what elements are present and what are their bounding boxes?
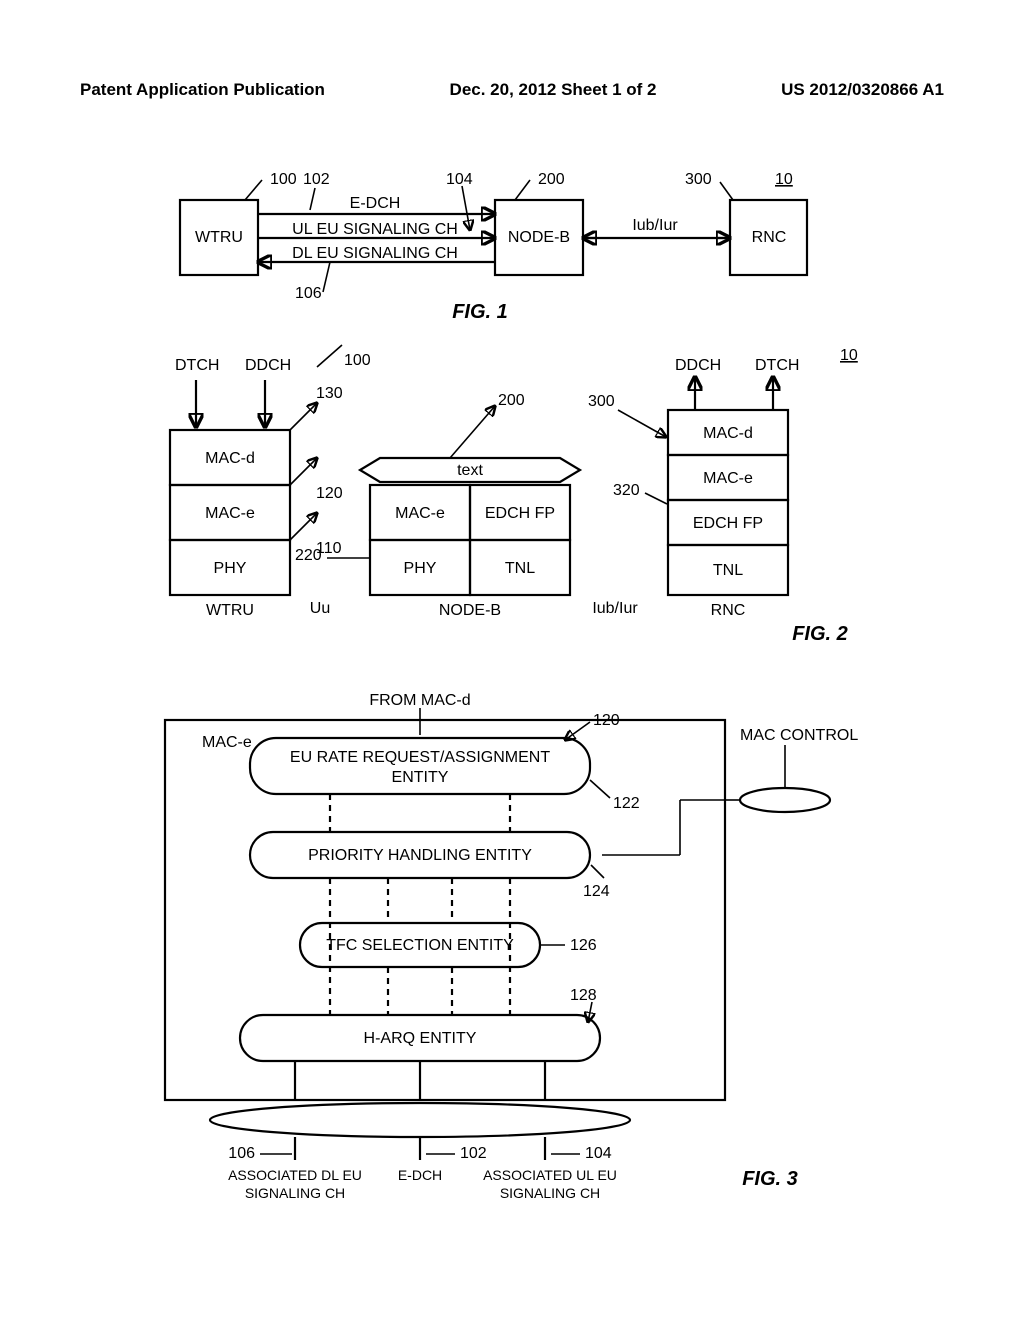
ref-300: 300	[685, 171, 712, 188]
ref-300-b: 300	[588, 393, 615, 410]
edch-l: E-DCH	[398, 1167, 442, 1183]
ddch-l: DDCH	[245, 357, 291, 374]
ref-200-b: 200	[498, 392, 525, 409]
rnc-macd: MAC-d	[703, 425, 753, 442]
ul-ch-2: SIGNALING CH	[500, 1185, 600, 1201]
mace-label: MAC-e	[202, 734, 252, 751]
ref-120: 120	[316, 485, 343, 502]
ref-124: 124	[583, 883, 610, 900]
dl-label: DL EU SIGNALING CH	[292, 245, 458, 262]
ref-10: 10	[775, 171, 793, 188]
ref-104: 104	[446, 171, 473, 188]
wtru-mace: MAC-e	[205, 505, 255, 522]
dl-ch-1: ASSOCIATED DL EU	[228, 1167, 362, 1183]
figure-1: WTRU NODE-B RNC E-DCH UL EU SIGNALING CH…	[150, 170, 850, 345]
dtch-r: DTCH	[755, 357, 799, 374]
ref-106-c: 106	[228, 1145, 255, 1162]
ref-130: 130	[316, 385, 343, 402]
header-left: Patent Application Publication	[80, 80, 325, 100]
edch-label: E-DCH	[350, 195, 401, 212]
fig2-title: FIG. 2	[792, 623, 848, 645]
nb-mace: MAC-e	[395, 505, 445, 522]
ref-100: 100	[270, 171, 297, 188]
ref-200: 200	[538, 171, 565, 188]
iub-label: Iub/Iur	[632, 217, 678, 234]
nb-phy: PHY	[404, 560, 437, 577]
wtru-bottom: WTRU	[206, 602, 254, 619]
text-label: text	[457, 462, 483, 479]
rate-l2: ENTITY	[392, 769, 449, 786]
fig3-title: FIG. 3	[742, 1168, 798, 1190]
ref-106: 106	[295, 285, 322, 302]
priority-l: PRIORITY HANDLING ENTITY	[308, 847, 532, 864]
ref-10-b: 10	[840, 347, 858, 364]
ref-102: 102	[303, 171, 330, 188]
mac-control: MAC CONTROL	[740, 727, 858, 744]
page: Patent Application Publication Dec. 20, …	[0, 0, 1024, 1320]
figure-3: MAC-e FROM MAC-d 120 MAC CONTROL EU RATE…	[120, 680, 900, 1225]
rate-l1: EU RATE REQUEST/ASSIGNMENT	[290, 749, 550, 766]
harq-l: H-ARQ ENTITY	[364, 1030, 477, 1047]
header-center: Dec. 20, 2012 Sheet 1 of 2	[450, 80, 657, 100]
wtru-phy: PHY	[214, 560, 247, 577]
nb-tnl: TNL	[505, 560, 535, 577]
nodeb-label: NODE-B	[508, 229, 570, 246]
tfc-l: TFC SELECTION ENTITY	[326, 937, 514, 954]
ref-100-b: 100	[344, 352, 371, 369]
ul-ch-1: ASSOCIATED UL EU	[483, 1167, 617, 1183]
page-header: Patent Application Publication Dec. 20, …	[80, 80, 944, 100]
ref-320: 320	[613, 482, 640, 499]
rnc-mace: MAC-e	[703, 470, 753, 487]
ref-220: 220	[295, 547, 322, 564]
ref-122: 122	[613, 795, 640, 812]
from-macd: FROM MAC-d	[369, 692, 470, 709]
rnc-bottom: RNC	[711, 602, 746, 619]
uu-label: Uu	[310, 600, 330, 617]
ref-120-c: 120	[593, 712, 620, 729]
ref-128: 128	[570, 987, 597, 1004]
nb-edchfp: EDCH FP	[485, 505, 555, 522]
wtru-macd: MAC-d	[205, 450, 255, 467]
ref-102-c: 102	[460, 1145, 487, 1162]
dl-ch-2: SIGNALING CH	[245, 1185, 345, 1201]
dtch-l: DTCH	[175, 357, 219, 374]
rnc-label: RNC	[752, 229, 787, 246]
fig1-title: FIG. 1	[452, 301, 508, 323]
nodeb-bottom: NODE-B	[439, 602, 501, 619]
ref-104-c: 104	[585, 1145, 612, 1162]
figure-2: MAC-d MAC-e PHY WTRU DTCH DDCH 130 120 1…	[120, 330, 900, 665]
rnc-tnl: TNL	[713, 562, 743, 579]
ddch-r: DDCH	[675, 357, 721, 374]
wtru-label: WTRU	[195, 229, 243, 246]
ul-label: UL EU SIGNALING CH	[292, 221, 458, 238]
ref-126: 126	[570, 937, 597, 954]
rnc-edchfp: EDCH FP	[693, 515, 763, 532]
header-right: US 2012/0320866 A1	[781, 80, 944, 100]
iub-label2: Iub/Iur	[592, 600, 638, 617]
